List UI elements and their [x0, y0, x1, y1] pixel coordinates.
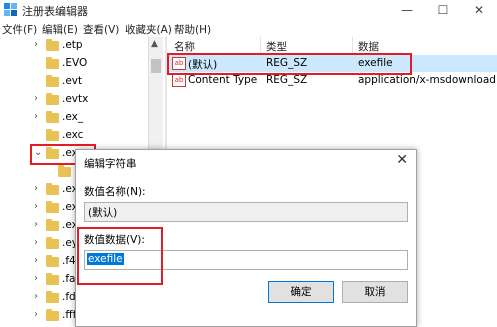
chevron-right-icon[interactable]: ›: [34, 291, 38, 302]
column-header-name[interactable]: 名称: [174, 39, 195, 54]
default-value-highlight-box: [167, 53, 412, 75]
tree-item[interactable]: .exc: [0, 127, 148, 145]
folder-icon: [46, 75, 59, 87]
menu-edit[interactable]: 编辑(E): [42, 22, 78, 37]
column-separator[interactable]: [260, 37, 261, 54]
value-type: REG_SZ: [266, 74, 308, 86]
close-button[interactable]: ✕: [461, 0, 497, 20]
chevron-right-icon[interactable]: ›: [34, 273, 38, 284]
folder-icon: [46, 93, 59, 105]
value-data-highlight-box: [77, 227, 163, 285]
folder-icon: [46, 237, 59, 249]
tree-item[interactable]: .EVO: [0, 55, 148, 73]
tree-item[interactable]: › .evtx: [0, 91, 148, 109]
column-header-type[interactable]: 类型: [266, 39, 287, 54]
value-name-label: 数值名称(N):: [84, 186, 146, 198]
folder-icon: [46, 39, 59, 51]
menu-bar: 文件(F) 编辑(E) 查看(V) 收藏夹(A) 帮助(H): [0, 20, 497, 37]
menu-favorites[interactable]: 收藏夹(A): [125, 22, 172, 37]
chevron-right-icon[interactable]: ›: [34, 201, 38, 212]
menu-file[interactable]: 文件(F): [2, 22, 37, 37]
folder-icon: [46, 201, 59, 213]
column-header-data[interactable]: 数据: [358, 39, 379, 54]
chevron-right-icon[interactable]: ›: [34, 39, 38, 50]
tree-item[interactable]: › .ex_: [0, 109, 148, 127]
chevron-right-icon[interactable]: ›: [34, 237, 38, 248]
window-title: 注册表编辑器: [22, 5, 88, 18]
scroll-up-arrow-icon[interactable]: ▲: [151, 39, 158, 49]
registry-editor-icon: [4, 3, 17, 16]
scroll-thumb[interactable]: [151, 59, 161, 73]
cancel-button[interactable]: 取消: [342, 281, 408, 303]
chevron-right-icon[interactable]: ›: [34, 111, 38, 122]
ok-button[interactable]: 确定: [268, 281, 334, 303]
folder-icon: [46, 57, 59, 69]
menu-help[interactable]: 帮助(H): [174, 22, 211, 37]
folder-icon: [46, 129, 59, 141]
folder-icon: [46, 183, 59, 195]
chevron-right-icon[interactable]: ›: [34, 183, 38, 194]
chevron-right-icon[interactable]: ›: [34, 93, 38, 104]
folder-icon: [46, 309, 59, 321]
chevron-right-icon[interactable]: ›: [34, 255, 38, 266]
chevron-right-icon[interactable]: ›: [34, 219, 38, 230]
dialog-close-button[interactable]: ✕: [396, 152, 408, 168]
tree-item[interactable]: › .etp: [0, 37, 148, 55]
maximize-button[interactable]: ☐: [425, 0, 461, 20]
string-value-icon: ab: [172, 74, 186, 87]
chevron-right-icon[interactable]: ›: [34, 309, 38, 320]
folder-icon: [46, 291, 59, 303]
folder-icon: [46, 273, 59, 285]
column-separator[interactable]: [352, 37, 353, 54]
folder-icon: [46, 219, 59, 231]
value-name-field: (默认): [84, 202, 408, 222]
title-bar: 注册表编辑器 — ☐ ✕: [0, 0, 497, 20]
menu-view[interactable]: 查看(V): [83, 22, 119, 37]
dialog-title: 编辑字符串: [84, 158, 137, 170]
value-data: application/x-msdownload: [358, 74, 496, 86]
minimize-button[interactable]: —: [389, 0, 425, 20]
folder-icon: [46, 255, 59, 267]
folder-icon: [58, 165, 71, 177]
folder-icon: [46, 111, 59, 123]
value-name: Content Type: [188, 74, 258, 86]
tree-item[interactable]: .evt: [0, 73, 148, 91]
